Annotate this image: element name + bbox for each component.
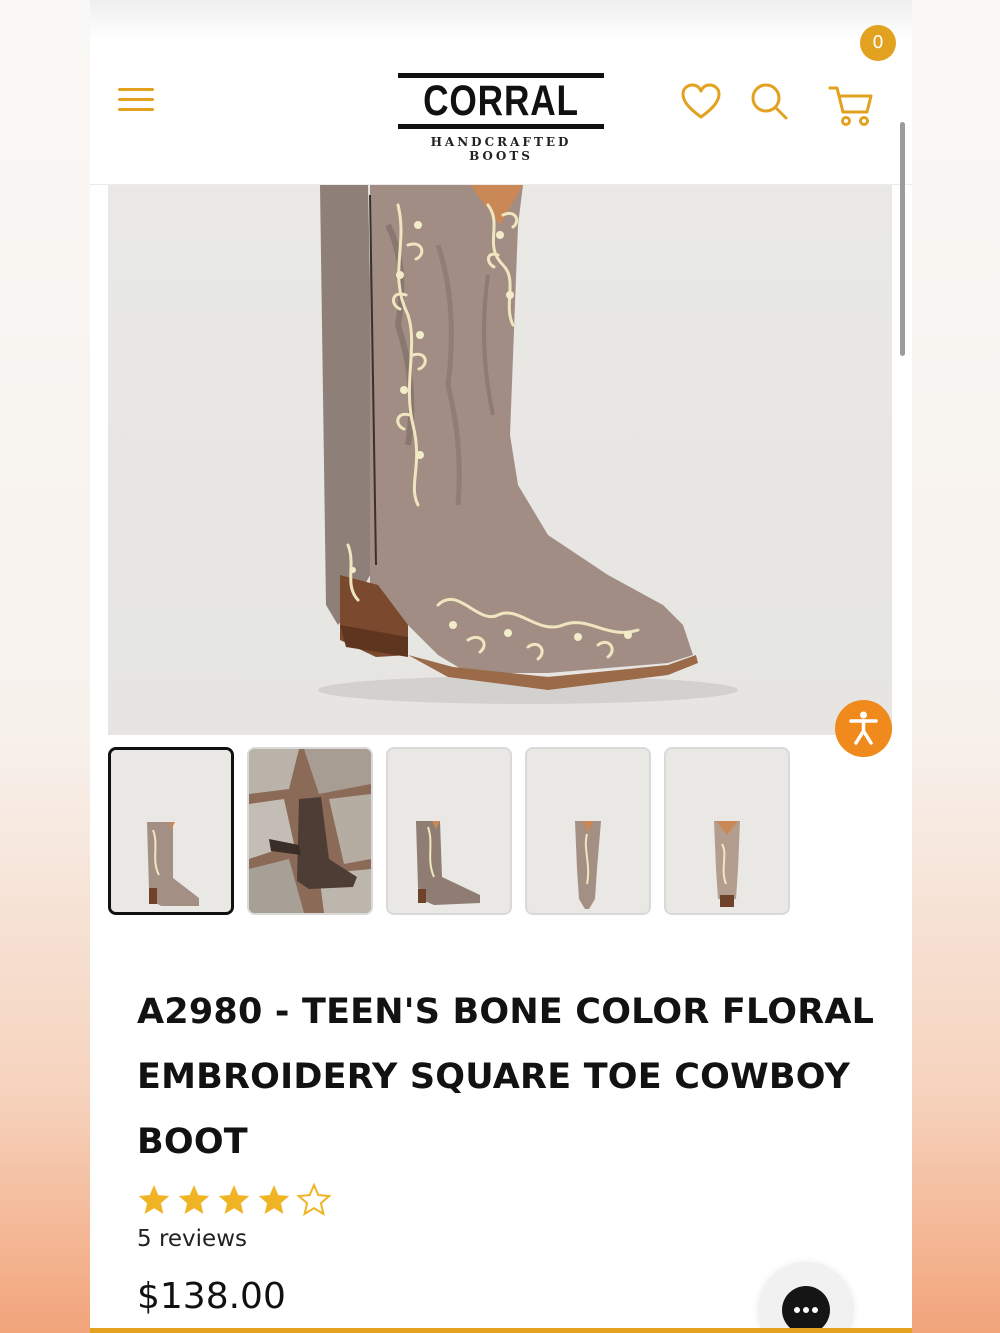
scrollbar[interactable] [900,122,905,356]
star-icon [138,1185,170,1214]
heart-icon[interactable] [680,82,722,122]
product-title: A2980 - TEEN'S BONE COLOR FLORAL EMBROID… [137,992,875,1162]
page-background-right [912,0,1000,1333]
star-icon [178,1185,210,1214]
thumbnail-5[interactable] [664,747,790,915]
star-icon [258,1185,290,1214]
product-price: $138.00 [137,1276,286,1317]
chat-ellipsis-icon[interactable] [782,1286,830,1333]
thumbnail-2[interactable] [247,747,373,915]
brand-logo-wordmark: CORRAL [423,77,579,125]
thumbnail-4[interactable] [525,747,651,915]
star-icon [218,1185,250,1214]
accessibility-person-icon[interactable] [835,700,892,757]
brand-logo[interactable]: CORRAL HANDCRAFTED BOOTS [396,72,606,163]
hamburger-menu-icon[interactable] [118,88,154,118]
brand-tagline: HANDCRAFTED BOOTS [430,135,572,163]
cart-count-badge: 0 [860,25,896,61]
product-main-image[interactable] [108,185,892,735]
reviews-link[interactable]: 5 reviews [137,1226,247,1252]
product-page: CORRAL HANDCRAFTED BOOTS 0 A2980 - TEEN'… [90,0,912,1333]
thumbnail-3[interactable] [386,747,512,915]
bottom-accent-bar [90,1328,912,1333]
thumbnail-1[interactable] [108,747,234,915]
site-header: CORRAL HANDCRAFTED BOOTS [90,44,912,185]
browser-top-shadow [90,0,912,40]
star-outline-icon [296,1182,332,1216]
search-icon[interactable] [750,82,790,122]
rating-stars[interactable] [137,1182,337,1219]
cart-icon[interactable] [828,84,874,128]
page-background-left [0,0,90,1333]
chat-widget [758,1262,854,1333]
